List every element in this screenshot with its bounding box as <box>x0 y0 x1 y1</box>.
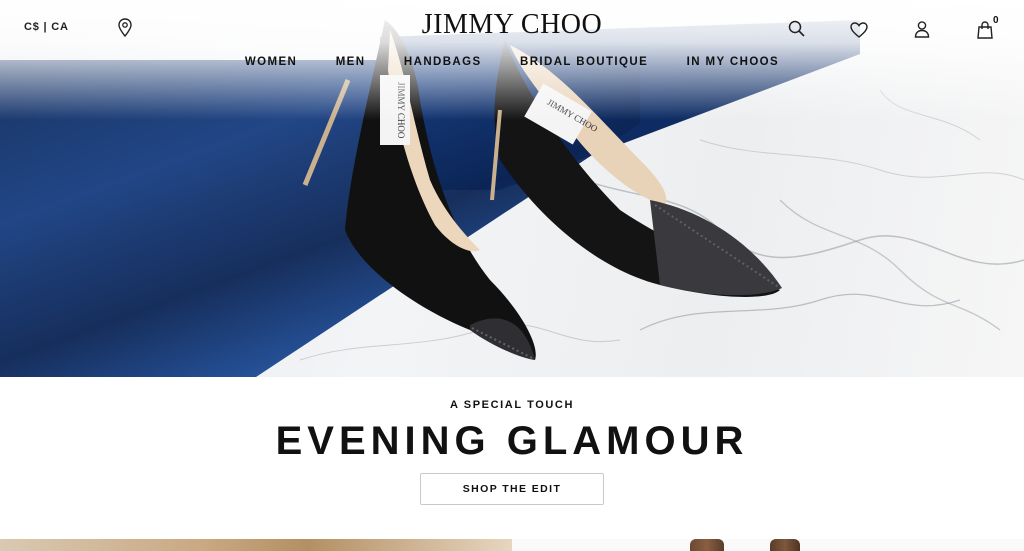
lower-banner-leg-image-2 <box>770 539 800 551</box>
shop-the-edit-button[interactable]: SHOP THE EDIT <box>420 473 604 505</box>
nav-item-men[interactable]: MEN <box>336 56 366 68</box>
main-navigation: WOMEN MEN HANDBAGS BRIDAL BOUTIQUE IN MY… <box>0 52 1024 70</box>
shopping-bag-icon[interactable] <box>975 20 995 40</box>
lower-banner-right-image[interactable] <box>512 539 1024 551</box>
promo-title: EVENING GLAMOUR <box>275 419 749 463</box>
nav-item-women[interactable]: WOMEN <box>245 56 297 68</box>
search-icon[interactable] <box>787 19 807 39</box>
heart-icon[interactable] <box>849 20 869 40</box>
lower-banner-left-image[interactable] <box>0 539 512 551</box>
nav-item-bridal-boutique[interactable]: BRIDAL BOUTIQUE <box>520 56 648 68</box>
lower-banner-leg-image <box>690 539 724 551</box>
logo-text: JIMMY CHOO <box>421 9 603 40</box>
promo-subtitle: A SPECIAL TOUCH <box>449 399 575 411</box>
nav-item-handbags[interactable]: HANDBAGS <box>404 56 482 68</box>
user-icon[interactable] <box>912 19 932 39</box>
nav-item-in-my-choos[interactable]: IN MY CHOOS <box>687 56 780 68</box>
cart-count-badge: 0 <box>993 15 999 26</box>
brand-logo[interactable]: JIMMY CHOO <box>0 9 1024 41</box>
